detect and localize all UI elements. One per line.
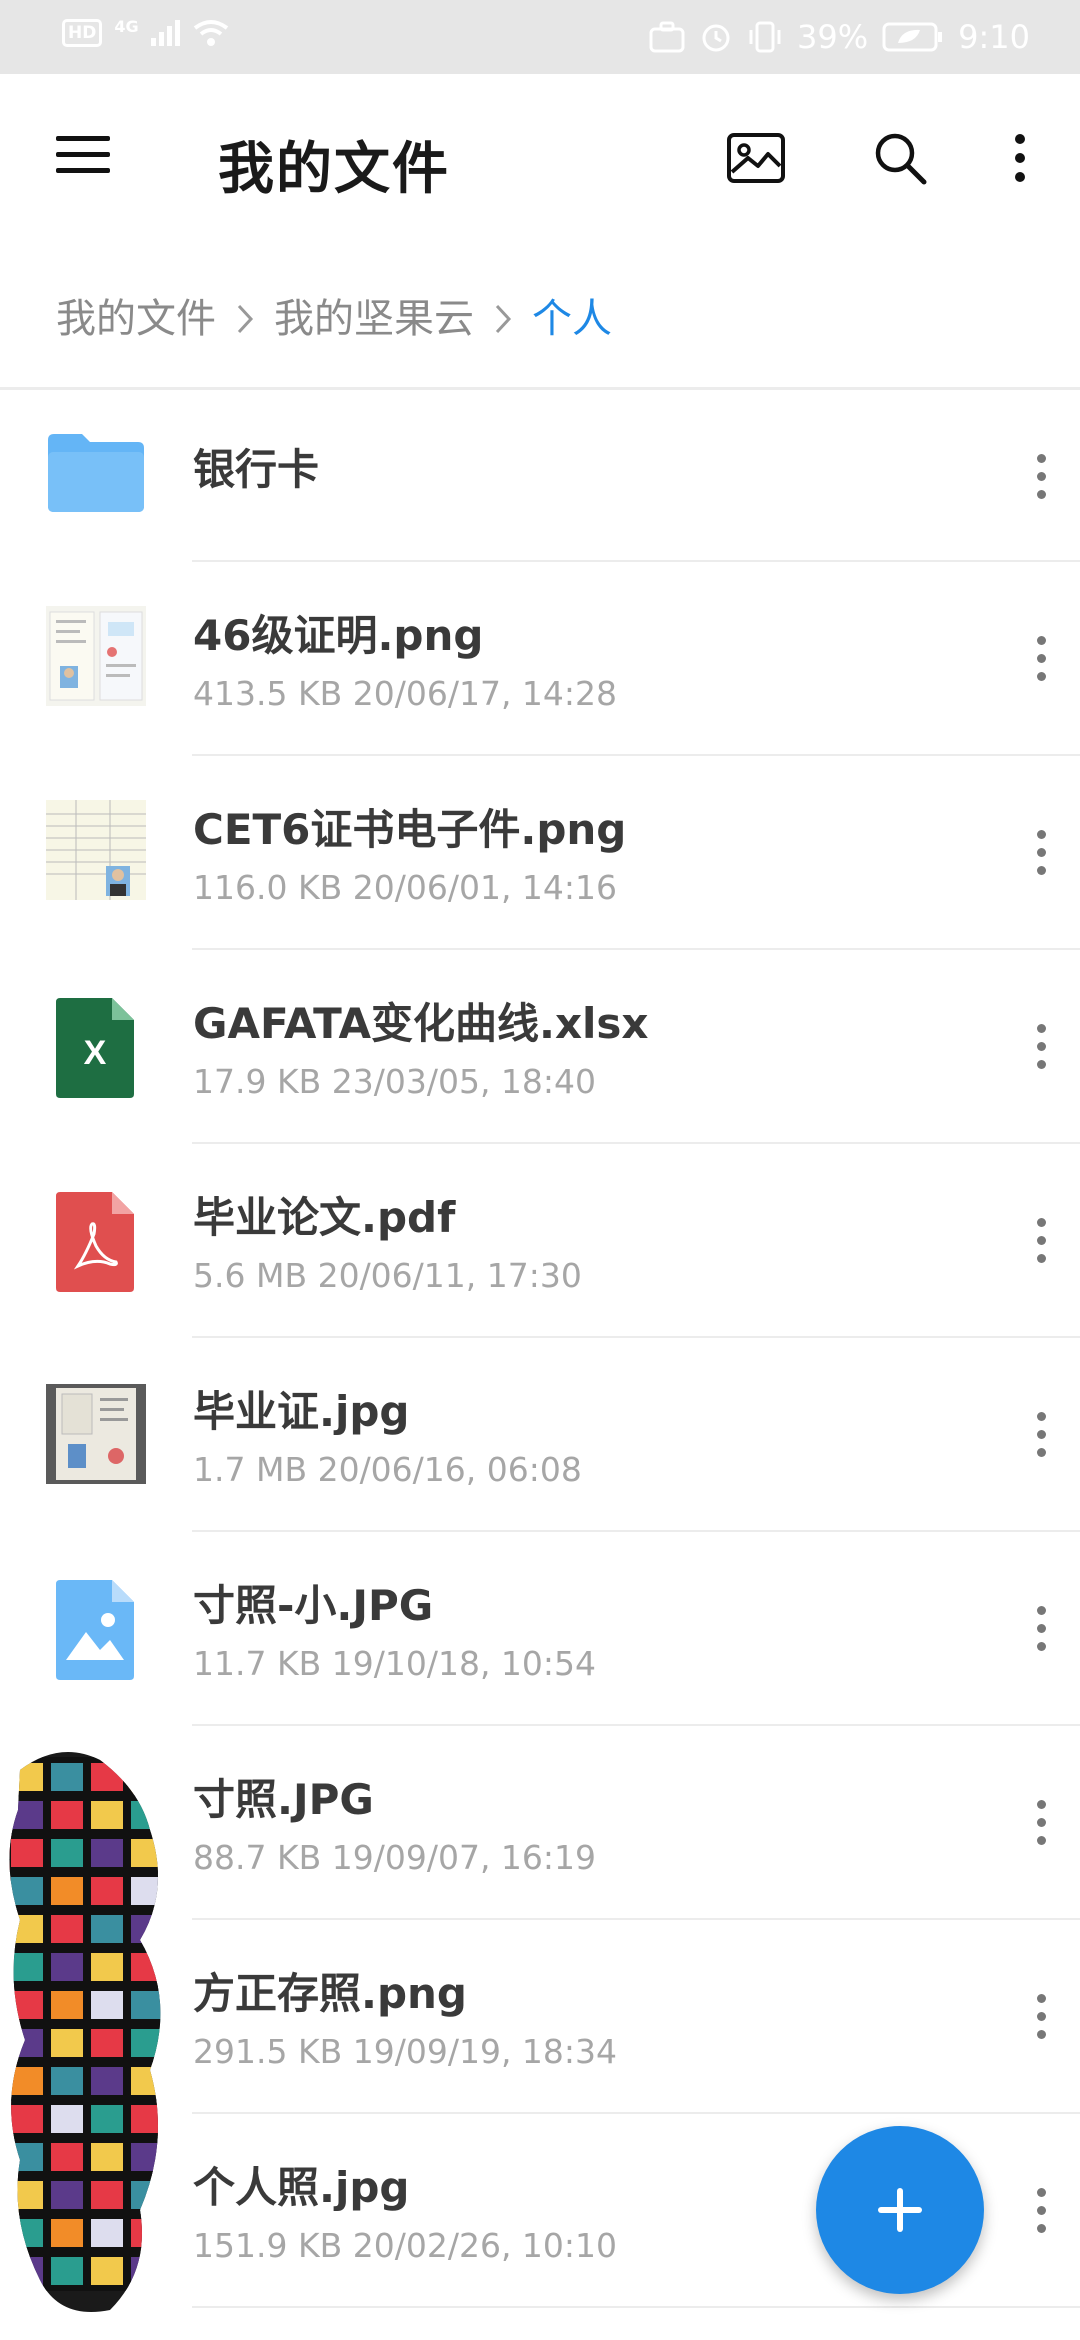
- file-meta: 5.6 MB 20/06/11, 17:30: [193, 1256, 582, 1295]
- excel-file-icon: X: [56, 998, 134, 1098]
- file-name: 寸照.JPG: [193, 1775, 374, 1824]
- more-vert-icon[interactable]: [1036, 1218, 1046, 1264]
- file-name: 方正存照.png: [193, 1969, 467, 2018]
- file-meta: 291.5 KB 19/09/19, 18:34: [193, 2032, 618, 2071]
- file-meta: 11.7 KB 19/10/18, 10:54: [193, 1644, 597, 1683]
- more-vert-icon[interactable]: [1000, 126, 1040, 190]
- breadcrumb-item-personal[interactable]: 个人: [532, 286, 612, 344]
- clock: 9:10: [958, 18, 1030, 56]
- file-meta: 88.7 KB 19/09/07, 16:19: [193, 1838, 597, 1877]
- file-meta: 413.5 KB 20/06/17, 14:28: [193, 674, 618, 713]
- file-name: 银行卡: [193, 445, 320, 494]
- list-item[interactable]: 46级证明.png 413.5 KB 20/06/17, 14:28: [0, 562, 1080, 756]
- file-name: CET6证书电子件.png: [193, 805, 627, 854]
- image-file-icon: [56, 1580, 134, 1680]
- more-vert-icon[interactable]: [1036, 636, 1046, 682]
- menu-icon[interactable]: [54, 136, 114, 176]
- hd-badge: HD: [62, 19, 103, 47]
- wifi-icon: [193, 20, 228, 46]
- app-bar: 我的文件: [0, 74, 1080, 244]
- chevron-right-icon: [492, 297, 514, 334]
- breadcrumb-item-my-files[interactable]: 我的文件: [56, 286, 216, 344]
- pdf-file-icon: [56, 1192, 134, 1292]
- chevron-right-icon: [234, 297, 256, 334]
- battery-icon: [882, 22, 943, 52]
- file-meta: 1.7 MB 20/06/16, 06:08: [193, 1450, 582, 1489]
- file-meta: 116.0 KB 20/06/01, 14:16: [193, 868, 618, 907]
- more-vert-icon[interactable]: [1036, 1024, 1046, 1070]
- status-bar: HD 4G 39% 9:10: [0, 0, 1080, 74]
- redaction-scribble: [9, 1752, 161, 2312]
- alarm-icon: [702, 24, 730, 52]
- list-item[interactable]: 寸照-小.JPG 11.7 KB 19/10/18, 10:54: [0, 1532, 1080, 1726]
- list-item[interactable]: X GAFATA变化曲线.xlsx 17.9 KB 23/03/05, 18:4…: [0, 950, 1080, 1144]
- list-item[interactable]: 银行卡: [0, 390, 1080, 562]
- list-item[interactable]: 毕业论文.pdf 5.6 MB 20/06/11, 17:30: [0, 1144, 1080, 1338]
- page-title: 我的文件: [218, 137, 450, 202]
- breadcrumb-item-jianguoyun[interactable]: 我的坚果云: [274, 286, 474, 344]
- more-vert-icon[interactable]: [1036, 1412, 1046, 1458]
- file-name: GAFATA变化曲线.xlsx: [193, 999, 649, 1048]
- more-vert-icon[interactable]: [1036, 454, 1046, 500]
- battery-percent: 39%: [797, 18, 869, 56]
- file-name: 寸照-小.JPG: [193, 1581, 434, 1630]
- breadcrumb: 我的文件 我的坚果云 个人: [56, 286, 612, 344]
- more-vert-icon[interactable]: [1036, 2188, 1046, 2234]
- file-meta: 151.9 KB 20/02/26, 10:10: [193, 2226, 618, 2265]
- briefcase-icon: [649, 21, 685, 53]
- photo-thumbnail: [46, 1384, 146, 1484]
- certificate-thumbnail: [46, 606, 146, 706]
- file-name: 个人照.jpg: [193, 2163, 410, 2212]
- add-button[interactable]: [816, 2126, 984, 2294]
- more-vert-icon[interactable]: [1036, 1994, 1046, 2040]
- more-vert-icon[interactable]: [1036, 830, 1046, 876]
- image-icon[interactable]: [724, 126, 788, 190]
- list-item[interactable]: CET6证书电子件.png 116.0 KB 20/06/01, 14:16: [0, 756, 1080, 950]
- file-name: 毕业证.jpg: [193, 1387, 410, 1436]
- more-vert-icon[interactable]: [1036, 1606, 1046, 1652]
- network-type: 4G: [114, 16, 139, 36]
- file-name: 46级证明.png: [193, 611, 484, 660]
- file-name: 毕业论文.pdf: [193, 1193, 456, 1242]
- signal-icon: [150, 20, 180, 46]
- search-icon[interactable]: [868, 126, 932, 190]
- folder-icon: [48, 434, 144, 512]
- svg-text:X: X: [84, 1034, 107, 1072]
- vibrate-icon: [749, 21, 781, 53]
- more-vert-icon[interactable]: [1036, 1800, 1046, 1846]
- certificate-thumbnail: [46, 800, 146, 900]
- list-item[interactable]: 毕业证.jpg 1.7 MB 20/06/16, 06:08: [0, 1338, 1080, 1532]
- file-meta: 17.9 KB 23/03/05, 18:40: [193, 1062, 597, 1101]
